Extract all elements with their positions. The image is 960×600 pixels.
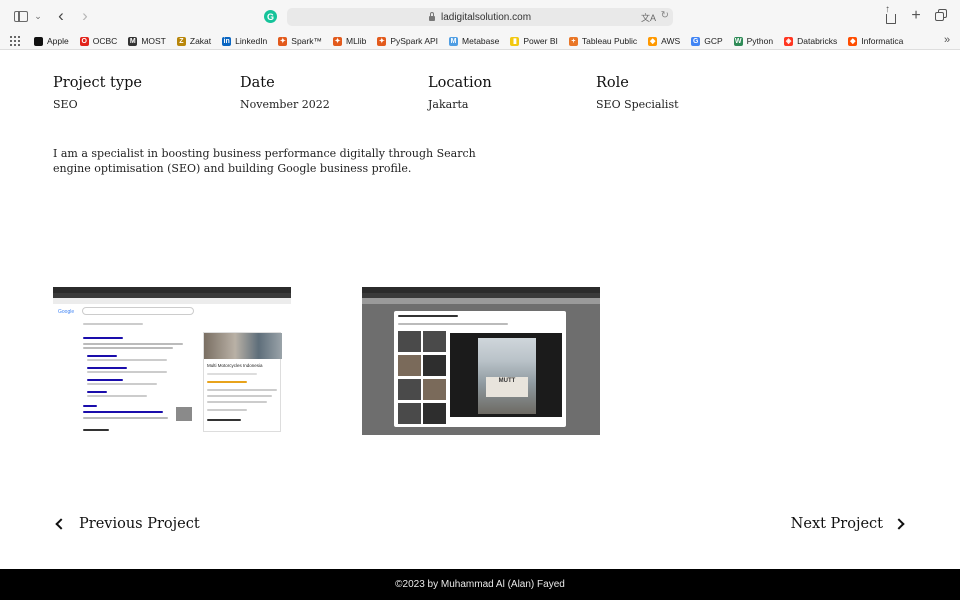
share-icon[interactable] [884, 4, 898, 25]
bookmark-label: MOST [141, 36, 166, 46]
bookmark-label: AWS [661, 36, 681, 46]
bookmark-tableau-public[interactable]: + Tableau Public [568, 36, 638, 46]
mllib-icon: ✦ [333, 36, 342, 46]
copyright-text: ©2023 by Muhammad Al (Alan) Fayed [395, 579, 565, 590]
gcp-icon: G [691, 36, 701, 46]
business-panel: Multi Motorcycles Indonesia [203, 332, 282, 432]
bookmark-mllib[interactable]: ✦ MLlib [333, 36, 366, 46]
business-title: Multi Motorcycles Indonesia [207, 363, 263, 368]
shop-sign: MUTT [486, 377, 528, 397]
apple-icon [34, 36, 43, 46]
bookmark-spark[interactable]: ✦ Spark™ [278, 36, 322, 46]
bookmark-label: Zakat [189, 36, 212, 46]
zakat-icon: Z [176, 36, 186, 46]
address-bar[interactable]: ladigitalsolution.com 文A ↻ [287, 8, 673, 26]
new-tab-button[interactable]: + [909, 7, 923, 25]
date-label: Date [240, 75, 275, 91]
bookmark-label: OCBC [92, 36, 118, 46]
role-label: Role [596, 75, 629, 91]
bookmark-metabase[interactable]: M Metabase [449, 36, 499, 46]
aws-icon: ◆ [648, 36, 658, 46]
mini-search-bar [82, 307, 194, 315]
previous-project-label: Previous Project [79, 516, 200, 532]
project-type-label: Project type [53, 75, 142, 91]
date-block: Date November 2022 [240, 75, 330, 111]
databricks-icon: ◈ [784, 36, 794, 46]
footer: ©2023 by Muhammad Al (Alan) Fayed [0, 569, 960, 600]
url-text: ladigitalsolution.com [440, 11, 532, 23]
informatica-icon: ◆ [848, 36, 858, 46]
bookmark-apple[interactable]: Apple [34, 36, 69, 46]
chevron-right-icon [893, 518, 905, 530]
apps-grid-icon[interactable] [10, 36, 20, 46]
powerbi-icon: ▮ [510, 36, 520, 46]
location-block: Location Jakarta [428, 75, 492, 111]
project-type-value: SEO [53, 98, 78, 111]
bookmark-most[interactable]: M MOST [128, 36, 166, 46]
most-icon: M [128, 36, 138, 46]
chevron-down-icon[interactable]: ⌄ [33, 7, 43, 25]
translate-icon[interactable]: 文A [641, 11, 656, 24]
project-page: Project type SEO Date November 2022 Loca… [0, 51, 960, 569]
tab-overview-icon[interactable] [934, 7, 948, 25]
bookmark-label: Tableau Public [581, 36, 638, 46]
role-value: SEO Specialist [596, 98, 679, 111]
bookmark-label: PySpark API [390, 36, 439, 46]
bookmark-ocbc[interactable]: O OCBC [79, 36, 118, 46]
bookmarks-bar: Apple O OCBC M MOST Z Zakat in LinkedIn ✦ Spark™ ✦ M… [0, 32, 960, 50]
gallery-image-google-search[interactable]: Google Multi Motorcycles Indonesia [53, 287, 291, 435]
bookmark-label: MLlib [346, 36, 367, 46]
forward-button[interactable]: › [78, 6, 92, 25]
bookmark-databricks[interactable]: ◈ Databricks [784, 36, 837, 46]
bookmark-label: Power BI [523, 36, 558, 46]
next-project-link[interactable]: Next Project [791, 516, 907, 532]
date-value: November 2022 [240, 98, 330, 111]
browser-toolbar: ⌄ ‹ › G ladigitalsolution.com 文A ↻ + [0, 0, 960, 32]
bookmark-label: Apple [47, 36, 69, 46]
chevron-left-icon [55, 518, 67, 530]
linkedin-icon: in [222, 36, 232, 46]
bookmark-zakat[interactable]: Z Zakat [176, 36, 212, 46]
bookmark-power-bi[interactable]: ▮ Power BI [510, 36, 558, 46]
location-value: Jakarta [428, 98, 469, 111]
bookmark-list: Apple O OCBC M MOST Z Zakat in LinkedIn ✦ Spark™ ✦ M… [34, 32, 914, 50]
previous-project-link[interactable]: Previous Project [53, 516, 200, 532]
bookmark-python[interactable]: W Python [733, 36, 774, 46]
location-label: Location [428, 75, 492, 91]
bookmark-pyspark-api[interactable]: ✦ PySpark API [377, 36, 438, 46]
bookmark-label: GCP [704, 36, 723, 46]
role-block: Role SEO Specialist [596, 75, 679, 111]
reload-icon[interactable]: ↻ [661, 10, 669, 21]
bookmark-label: Python [746, 36, 774, 46]
building-photo: MUTT [450, 333, 562, 417]
project-type-block: Project type SEO [53, 75, 142, 111]
bookmark-label: Databricks [797, 36, 838, 46]
bookmarks-overflow-icon[interactable]: » [944, 34, 950, 46]
bookmark-label: LinkedIn [235, 36, 268, 46]
next-project-label: Next Project [790, 516, 883, 532]
back-button[interactable]: ‹ [54, 6, 68, 25]
google-logo: Google [58, 309, 75, 315]
lock-icon [428, 11, 435, 21]
photo-overlay: MUTT [394, 311, 566, 427]
pyspark-icon: ✦ [377, 36, 387, 46]
bookmark-informatica[interactable]: ◆ Informatica [848, 36, 903, 46]
bookmark-gcp[interactable]: G GCP [691, 36, 723, 46]
sidebar-toggle-icon[interactable] [12, 7, 30, 25]
bookmark-linkedin[interactable]: in LinkedIn [222, 36, 267, 46]
bookmark-label: Spark™ [291, 36, 322, 46]
project-description: I am a specialist in boosting business p… [53, 147, 476, 175]
gallery-image-photo-viewer[interactable]: MUTT [362, 287, 600, 435]
spark-icon: ✦ [278, 36, 288, 46]
metabase-icon: M [449, 36, 459, 46]
ocbc-icon: O [79, 36, 89, 46]
bookmark-label: Metabase [462, 36, 500, 46]
grammarly-icon[interactable]: G [264, 10, 277, 23]
bookmark-label: Informatica [861, 36, 904, 46]
python-icon: W [733, 36, 743, 46]
tableau-icon: + [568, 36, 578, 46]
bookmark-aws[interactable]: ◆ AWS [648, 36, 680, 46]
